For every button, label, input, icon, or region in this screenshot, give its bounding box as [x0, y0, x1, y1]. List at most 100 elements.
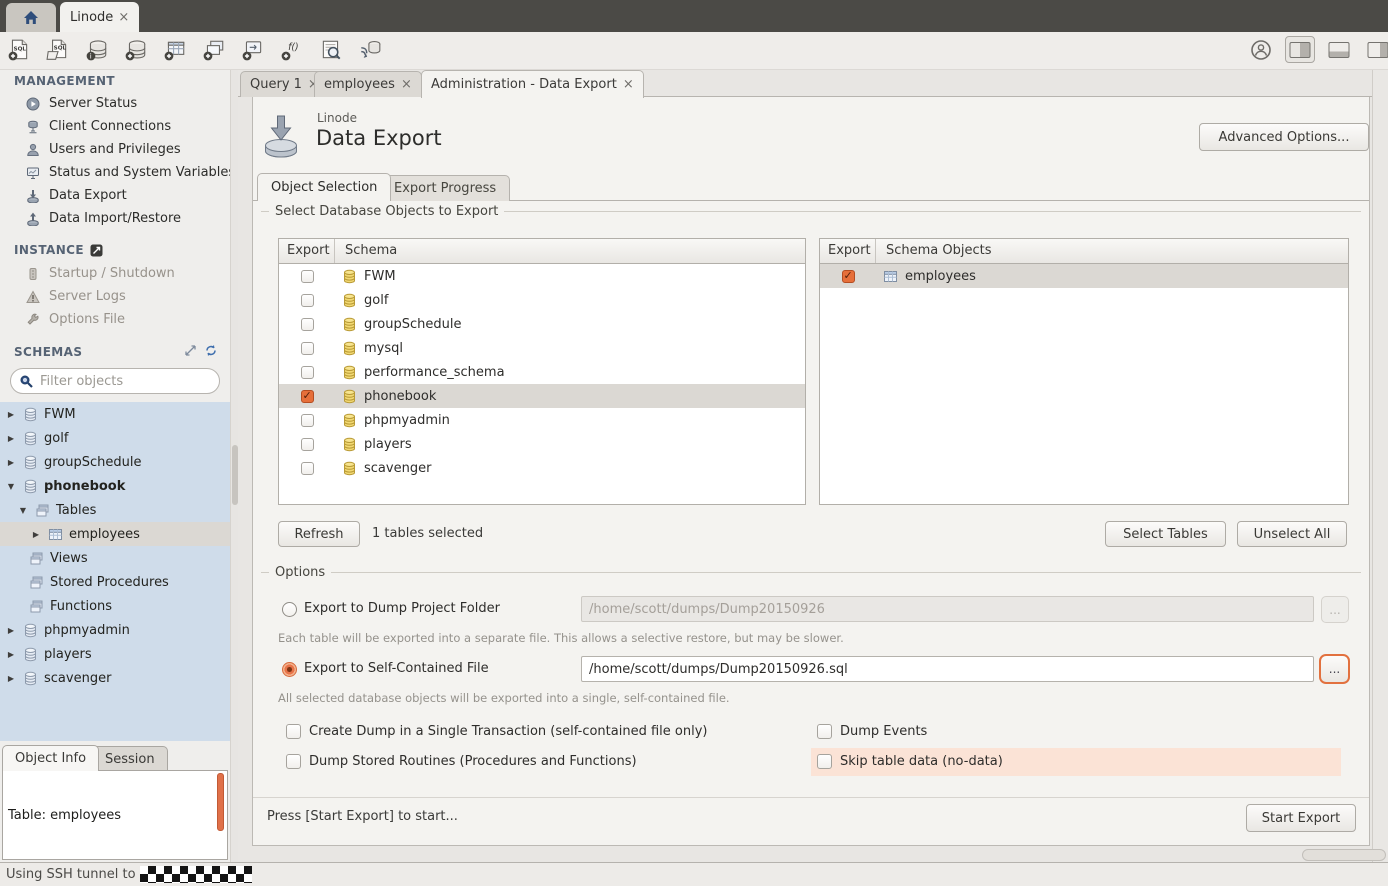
browse-file-button[interactable]: ... [1319, 654, 1350, 684]
expand-schemas-icon[interactable] [184, 344, 197, 357]
expander-icon[interactable]: ▶ [5, 458, 17, 467]
views-folder-icon [29, 551, 44, 566]
home-icon [23, 10, 39, 25]
tab-object-info[interactable]: Object Info [2, 745, 99, 771]
export-checkbox[interactable] [301, 294, 314, 307]
export-checkbox[interactable] [301, 366, 314, 379]
create-schema-icon[interactable] [123, 36, 149, 64]
refresh-button[interactable]: Refresh [278, 521, 360, 547]
dump-events-label: Dump Events [840, 724, 927, 739]
schema-row[interactable]: mysql [279, 336, 805, 360]
close-icon[interactable]: × [623, 77, 634, 92]
sidebar-item-data-export[interactable]: Data Export [0, 184, 230, 207]
expander-icon[interactable]: ▶ [30, 530, 42, 539]
export-checkbox[interactable] [301, 342, 314, 355]
expander-icon[interactable]: ▼ [5, 482, 17, 491]
toolbar-icons: SQL SQL i f() [6, 36, 383, 64]
expander-icon[interactable]: ▶ [5, 410, 17, 419]
export-checkbox[interactable] [301, 270, 314, 283]
schema-icon [23, 647, 38, 662]
schema-row[interactable]: golf [279, 288, 805, 312]
schema-row-selected[interactable]: phonebook [279, 384, 805, 408]
export-checkbox[interactable] [301, 414, 314, 427]
tree-item-functions-folder[interactable]: Functions [0, 594, 230, 618]
export-checkbox[interactable] [301, 438, 314, 451]
single-transaction-checkbox[interactable] [286, 724, 301, 739]
advanced-options-button[interactable]: Advanced Options... [1199, 123, 1369, 151]
sidebar-item-data-import[interactable]: Data Import/Restore [0, 207, 230, 230]
skip-table-data-checkbox[interactable] [817, 754, 832, 769]
tree-item-stored-procedures-folder[interactable]: Stored Procedures [0, 570, 230, 594]
svg-text:i: i [90, 52, 92, 61]
refresh-schemas-icon[interactable] [204, 344, 218, 357]
tab-export-progress[interactable]: Export Progress [380, 175, 510, 201]
tree-item-schema[interactable]: ▶FWM [0, 402, 230, 426]
reconnect-db-icon[interactable] [357, 36, 383, 64]
export-checkbox-checked[interactable] [842, 270, 855, 283]
tree-item-schema[interactable]: ▶players [0, 642, 230, 666]
close-icon[interactable]: × [118, 10, 129, 25]
create-table-icon[interactable] [162, 36, 188, 64]
tree-item-schema[interactable]: ▶phpmyadmin [0, 618, 230, 642]
tree-item-schema[interactable]: ▶scavenger [0, 666, 230, 690]
tab-employees[interactable]: employees× [314, 71, 422, 97]
schema-row[interactable]: players [279, 432, 805, 456]
tab-administration-data-export[interactable]: Administration - Data Export× [421, 70, 644, 98]
tree-item-table-employees[interactable]: ▶employees [0, 522, 230, 546]
dump-project-folder-radio[interactable] [282, 602, 297, 617]
schema-row[interactable]: scavenger [279, 456, 805, 480]
self-contained-path-input[interactable] [581, 656, 1314, 682]
unselect-all-button[interactable]: Unselect All [1237, 521, 1347, 547]
connection-tab[interactable]: Linode × [60, 2, 139, 32]
object-row-selected[interactable]: employees [820, 264, 1348, 288]
tree-item-schema-phonebook[interactable]: ▼phonebook [0, 474, 230, 498]
schema-row[interactable]: FWM [279, 264, 805, 288]
dump-events-checkbox[interactable] [817, 724, 832, 739]
main-horizontal-scrollbar-thumb[interactable] [1302, 849, 1386, 861]
expander-icon[interactable]: ▶ [5, 434, 17, 443]
create-procedure-icon[interactable] [240, 36, 266, 64]
tab-session[interactable]: Session [92, 746, 168, 771]
export-checkbox-checked[interactable] [301, 390, 314, 403]
home-tab[interactable] [6, 3, 56, 32]
export-checkbox[interactable] [301, 462, 314, 475]
tree-item-tables-folder[interactable]: ▼Tables [0, 498, 230, 522]
notifications-icon[interactable] [1246, 36, 1276, 63]
tree-item-views-folder[interactable]: Views [0, 546, 230, 570]
select-tables-button[interactable]: Select Tables [1105, 521, 1226, 547]
dump-stored-routines-checkbox[interactable] [286, 754, 301, 769]
main-vertical-scrollbar-track[interactable] [1372, 70, 1388, 862]
new-sql-tab-icon[interactable]: SQL [6, 36, 32, 64]
open-sql-script-icon[interactable]: SQL [45, 36, 71, 64]
object-info-scrollbar-thumb[interactable] [217, 773, 224, 831]
sidebar-item-client-connections[interactable]: Client Connections [0, 115, 230, 138]
tree-item-schema[interactable]: ▶golf [0, 426, 230, 450]
close-icon[interactable]: × [401, 77, 412, 92]
sidebar-item-server-status[interactable]: Server Status [0, 92, 230, 115]
create-view-icon[interactable] [201, 36, 227, 64]
expander-icon[interactable]: ▶ [5, 674, 17, 683]
filter-objects-input[interactable] [40, 374, 211, 389]
expander-icon[interactable]: ▼ [17, 506, 29, 515]
toggle-sidebar-button[interactable] [1285, 36, 1315, 63]
self-contained-help-text: All selected database objects will be ex… [278, 691, 730, 705]
schema-inspector-icon[interactable]: i [84, 36, 110, 64]
self-contained-file-radio[interactable] [282, 662, 297, 677]
toggle-output-panel-button[interactable] [1324, 36, 1354, 63]
expander-icon[interactable]: ▶ [5, 650, 17, 659]
stored-procedures-folder-icon [29, 575, 44, 590]
search-table-data-icon[interactable] [318, 36, 344, 64]
toggle-secondary-sidebar-button[interactable] [1363, 36, 1388, 63]
sidebar-item-users-privileges[interactable]: Users and Privileges [0, 138, 230, 161]
tab-object-selection[interactable]: Object Selection [257, 173, 391, 201]
schema-icon [342, 461, 357, 476]
tree-item-schema[interactable]: ▶groupSchedule [0, 450, 230, 474]
start-export-button[interactable]: Start Export [1246, 804, 1356, 832]
expander-icon[interactable]: ▶ [5, 626, 17, 635]
export-checkbox[interactable] [301, 318, 314, 331]
create-function-icon[interactable]: f() [279, 36, 305, 64]
schema-row[interactable]: groupSchedule [279, 312, 805, 336]
sidebar-item-status-variables[interactable]: Status and System Variables [0, 161, 230, 184]
schema-row[interactable]: phpmyadmin [279, 408, 805, 432]
schema-row[interactable]: performance_schema [279, 360, 805, 384]
